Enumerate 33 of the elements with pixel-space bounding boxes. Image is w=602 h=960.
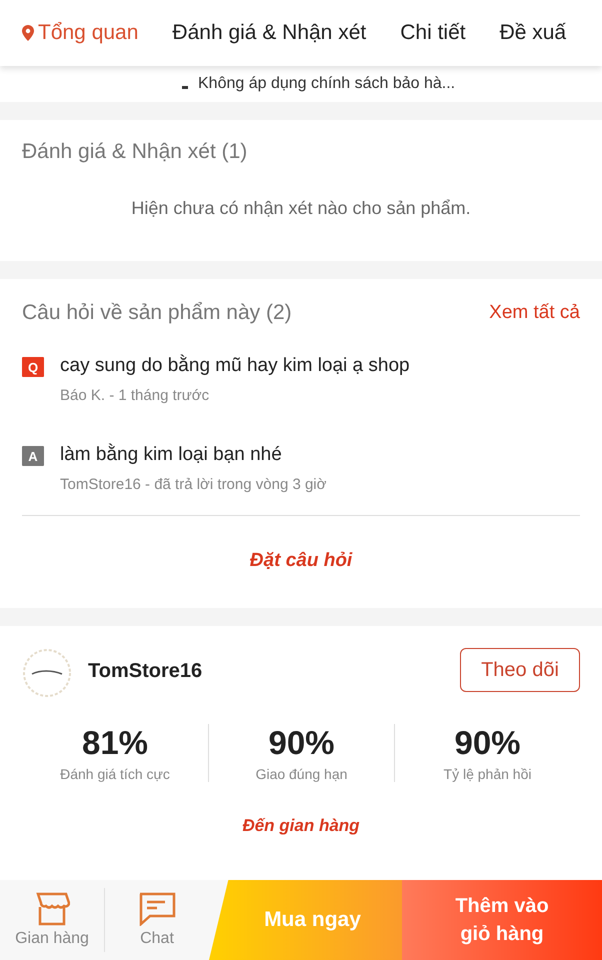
question-meta: TomStore16 - đã trả lời trong vòng 3 giờ	[60, 476, 326, 493]
stat-value: 81%	[82, 724, 148, 762]
add-to-cart-button[interactable]: Thêm vào giỏ hàng	[402, 880, 602, 960]
tab[interactable]: Đề xuấ	[500, 21, 566, 45]
visit-store-link[interactable]: Đến gian hàng	[242, 816, 360, 835]
question-meta: Báo K. - 1 tháng trước	[60, 387, 210, 404]
stat-label: Đánh giá tích cực	[60, 766, 170, 782]
store-nav-button[interactable]: Gian hàng	[0, 880, 104, 960]
section-title: Câu hỏi về sản phẩm này (2)	[22, 301, 292, 325]
store-name: TomStore16	[88, 660, 202, 684]
tab[interactable]: Chi tiết	[400, 21, 466, 45]
store-logo-icon	[22, 648, 72, 698]
follow-button[interactable]: Theo dõi	[460, 648, 580, 692]
ask-question-link[interactable]: Đặt câu hỏi	[250, 550, 352, 571]
stat-value: 90%	[268, 724, 335, 762]
tab[interactable]: Tổng quan	[22, 21, 138, 45]
chat-icon	[138, 892, 176, 926]
question-badge: Q	[22, 357, 44, 377]
store-icon	[34, 892, 70, 926]
stat-value: 90%	[454, 724, 521, 762]
answer-badge: A	[22, 446, 44, 466]
answer-text: làm bằng kim loại bạn nhé	[60, 444, 283, 466]
stat-label: Giao đúng hạn	[256, 766, 348, 782]
location-pin-icon	[22, 25, 34, 41]
empty-message: Hiện chưa có nhận xét nào cho sản phẩm.	[131, 198, 471, 218]
chat-button[interactable]: Chat	[105, 880, 209, 960]
stat-label: Tỷ lệ phản hồi	[444, 766, 532, 782]
see-all-link[interactable]: Xem tất cả	[489, 302, 580, 324]
policy-note: Không áp dụng chính sách bảo hà...	[198, 76, 456, 92]
section-title: Đánh giá & Nhận xét (1)	[22, 140, 248, 163]
question-text: cay sung do bằng mũ hay kim loại ạ shop	[60, 355, 410, 377]
tab[interactable]: Đánh giá & Nhận xét	[172, 21, 366, 45]
bullet-dash	[182, 86, 188, 88]
